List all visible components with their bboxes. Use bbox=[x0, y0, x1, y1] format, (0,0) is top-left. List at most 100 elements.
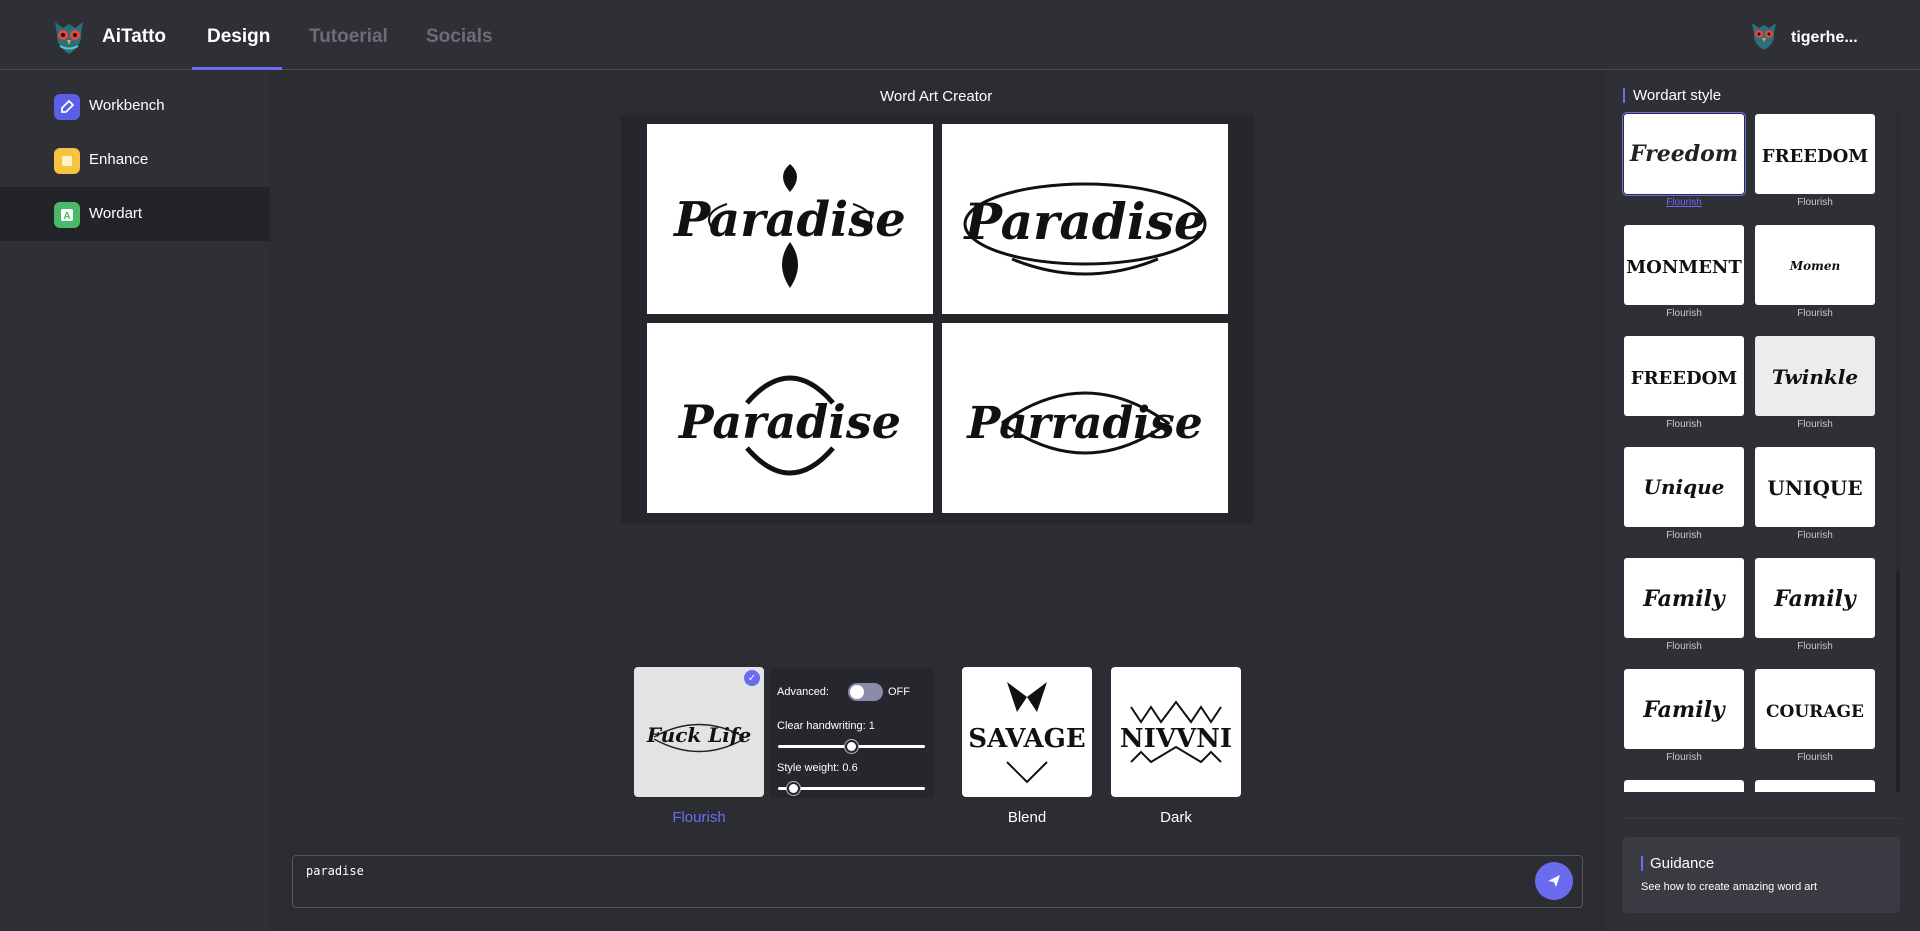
style-weight-slider[interactable] bbox=[778, 782, 925, 795]
user-avatar[interactable] bbox=[1750, 20, 1778, 52]
thumbnail-label: Flourish bbox=[1666, 752, 1702, 763]
svg-text:NIVVNI: NIVVNI bbox=[1120, 724, 1232, 754]
divider bbox=[1622, 818, 1900, 819]
style-thumbnail[interactable]: MONMENT bbox=[1624, 225, 1744, 305]
prompt-text: paradise bbox=[306, 864, 364, 878]
svg-text:Paradise: Paradise bbox=[962, 192, 1205, 251]
style-label-blend: Blend bbox=[1007, 809, 1047, 826]
sidebar-item-workbench[interactable]: Workbench bbox=[0, 79, 270, 133]
thumbnail-label: Flourish bbox=[1666, 419, 1702, 430]
style-card-dark[interactable]: NIVVNI bbox=[1111, 667, 1241, 797]
svg-text:UNIQUE: UNIQUE bbox=[1767, 476, 1862, 500]
style-thumbnail[interactable]: Momen bbox=[1755, 225, 1875, 305]
style-card-blend[interactable]: SAVAGE bbox=[962, 667, 1092, 797]
svg-text:Fuck Life: Fuck Life bbox=[646, 723, 751, 747]
owl-logo-icon[interactable] bbox=[52, 18, 86, 56]
svg-text:Paradise: Paradise bbox=[672, 192, 906, 248]
svg-text:FREEDOM: FREEDOM bbox=[1631, 368, 1737, 389]
sidebar-item-label: Enhance bbox=[89, 151, 149, 168]
svg-text:Freedom: Freedom bbox=[1629, 141, 1738, 167]
thumbnail-label: Flourish bbox=[1666, 530, 1702, 541]
result-image[interactable]: Paradise bbox=[942, 124, 1228, 314]
guidance-accent-bar bbox=[1641, 856, 1643, 871]
thumbnail-label: Flourish bbox=[1797, 419, 1833, 430]
style-thumbnail[interactable] bbox=[1755, 780, 1875, 792]
style-card-flourish[interactable]: Fuck Life bbox=[634, 667, 764, 797]
svg-text:Family: Family bbox=[1773, 586, 1858, 612]
result-image[interactable]: Paradise bbox=[647, 323, 933, 513]
sidebar: Workbench Enhance A Wordart bbox=[0, 71, 270, 931]
thumbnail-label: Flourish bbox=[1666, 197, 1702, 208]
send-icon bbox=[1548, 875, 1560, 887]
svg-text:Momen: Momen bbox=[1789, 259, 1840, 273]
guidance-card[interactable] bbox=[1622, 837, 1900, 913]
svg-text:MONMENT: MONMENT bbox=[1626, 257, 1742, 278]
page-title: Word Art Creator bbox=[880, 88, 993, 105]
result-image[interactable]: Parradise bbox=[942, 323, 1228, 513]
svg-text:Twinkle: Twinkle bbox=[1772, 365, 1858, 389]
title-accent-bar bbox=[1623, 88, 1625, 103]
brand-name[interactable]: AiTatto bbox=[102, 26, 166, 48]
style-weight-label: Style weight: 0.6 bbox=[777, 762, 858, 774]
style-thumbnail[interactable]: Family bbox=[1624, 669, 1744, 749]
sidebar-item-label: Workbench bbox=[89, 97, 165, 114]
sidebar-item-label: Wordart bbox=[89, 205, 143, 222]
brush-icon bbox=[54, 94, 80, 120]
toggle-state-text: OFF bbox=[888, 686, 910, 698]
sidebar-item-wordart[interactable]: A Wordart bbox=[0, 187, 270, 241]
style-thumbnail[interactable]: FREEDOM bbox=[1624, 336, 1744, 416]
prompt-input[interactable]: paradise bbox=[292, 855, 1583, 908]
style-thumbnail[interactable]: UNIQUE bbox=[1755, 447, 1875, 527]
send-button[interactable] bbox=[1535, 862, 1573, 900]
style-thumbnail[interactable]: FREEDOM bbox=[1755, 114, 1875, 194]
thumbnail-label: Flourish bbox=[1797, 197, 1833, 208]
thumbnail-label: Flourish bbox=[1797, 530, 1833, 541]
selected-check-icon: ✓ bbox=[744, 670, 760, 686]
svg-text:FREEDOM: FREEDOM bbox=[1762, 146, 1868, 167]
svg-text:COURAGE: COURAGE bbox=[1766, 702, 1864, 722]
slider-thumb[interactable] bbox=[845, 740, 858, 753]
style-thumbnail[interactable]: Family bbox=[1624, 558, 1744, 638]
tab-design[interactable]: Design bbox=[207, 26, 270, 48]
thumbnail-scrollbar[interactable] bbox=[1896, 112, 1900, 792]
svg-text:Parradise: Parradise bbox=[965, 398, 1203, 449]
slider-thumb[interactable] bbox=[787, 782, 800, 795]
thumbnail-label: Flourish bbox=[1666, 641, 1702, 652]
style-thumbnail[interactable] bbox=[1624, 780, 1744, 792]
thumbnail-label: Flourish bbox=[1666, 308, 1702, 319]
style-thumbnail[interactable]: Unique bbox=[1624, 447, 1744, 527]
style-thumbnail[interactable]: COURAGE bbox=[1755, 669, 1875, 749]
tab-tutorial[interactable]: Tutoerial bbox=[309, 26, 388, 48]
svg-text:Unique: Unique bbox=[1644, 475, 1725, 499]
top-header: AiTatto Design Tutoerial Socials tigerhe… bbox=[0, 0, 1920, 70]
wordart-style-title: Wordart style bbox=[1633, 87, 1722, 104]
svg-text:A: A bbox=[63, 211, 70, 222]
advanced-label: Advanced: bbox=[777, 686, 829, 698]
guidance-title: Guidance bbox=[1650, 855, 1715, 872]
style-thumbnail-list[interactable]: Freedom Flourish FREEDOM Flourish MONMEN… bbox=[1620, 110, 1890, 792]
sidebar-item-enhance[interactable]: Enhance bbox=[0, 133, 270, 187]
style-thumbnail[interactable]: Family bbox=[1755, 558, 1875, 638]
result-image[interactable]: Paradise bbox=[647, 124, 933, 314]
advanced-toggle[interactable] bbox=[848, 683, 883, 701]
style-label-dark: Dark bbox=[1160, 809, 1192, 826]
clear-handwriting-label: Clear handwriting: 1 bbox=[777, 720, 875, 732]
style-thumbnail[interactable]: Freedom bbox=[1622, 112, 1746, 196]
style-label-flourish: Flourish bbox=[672, 809, 726, 826]
active-tab-indicator bbox=[192, 67, 282, 70]
scrollbar-thumb[interactable] bbox=[1896, 572, 1900, 792]
svg-text:Family: Family bbox=[1642, 586, 1727, 612]
thumbnail-label: Flourish bbox=[1797, 641, 1833, 652]
user-name[interactable]: tigerhe... bbox=[1791, 29, 1858, 47]
svg-text:Family: Family bbox=[1642, 697, 1727, 723]
clear-handwriting-slider[interactable] bbox=[778, 740, 925, 753]
svg-text:Paradise: Paradise bbox=[677, 395, 901, 449]
style-thumbnail[interactable]: Twinkle bbox=[1755, 336, 1875, 416]
tab-socials[interactable]: Socials bbox=[426, 26, 493, 48]
svg-text:SAVAGE: SAVAGE bbox=[968, 724, 1085, 754]
toggle-knob bbox=[850, 685, 864, 699]
letter-a-icon: A bbox=[54, 202, 80, 228]
guidance-subtitle[interactable]: See how to create amazing word art bbox=[1641, 881, 1817, 893]
thumbnail-label: Flourish bbox=[1797, 308, 1833, 319]
thumbnail-label: Flourish bbox=[1797, 752, 1833, 763]
